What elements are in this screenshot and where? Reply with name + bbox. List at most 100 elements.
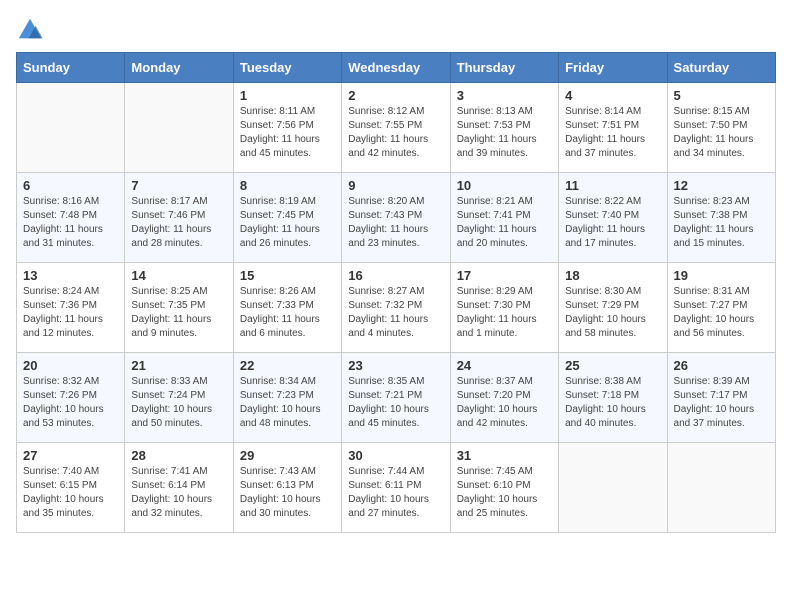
calendar-cell	[667, 443, 775, 533]
day-number: 21	[131, 358, 226, 373]
day-detail: Sunrise: 8:30 AM Sunset: 7:29 PM Dayligh…	[565, 285, 660, 341]
day-number: 23	[348, 358, 443, 373]
calendar-header-row: SundayMondayTuesdayWednesdayThursdayFrid…	[17, 53, 776, 83]
calendar-cell: 12 Sunrise: 8:23 AM Sunset: 7:38 PM Dayli…	[667, 173, 775, 263]
day-number: 25	[565, 358, 660, 373]
calendar-week-2: 6 Sunrise: 8:16 AM Sunset: 7:48 PM Daylig…	[17, 173, 776, 263]
day-number: 8	[240, 178, 335, 193]
day-number: 1	[240, 88, 335, 103]
day-detail: Sunrise: 8:37 AM Sunset: 7:20 PM Dayligh…	[457, 375, 552, 431]
day-detail: Sunrise: 8:11 AM Sunset: 7:56 PM Dayligh…	[240, 105, 335, 161]
day-number: 31	[457, 448, 552, 463]
calendar-cell: 26Sunrise: 8:39 AM Sunset: 7:17 PM Dayli…	[667, 353, 775, 443]
calendar-cell: 9 Sunrise: 8:20 AM Sunset: 7:43 PM Daylig…	[342, 173, 450, 263]
day-number: 26	[674, 358, 769, 373]
day-detail: Sunrise: 7:40 AM Sunset: 6:15 PM Dayligh…	[23, 465, 118, 521]
day-number: 9	[348, 178, 443, 193]
day-number: 3	[457, 88, 552, 103]
calendar-cell: 25 Sunrise: 8:38 AM Sunset: 7:18 PM Dayli…	[559, 353, 667, 443]
day-detail: Sunrise: 8:16 AM Sunset: 7:48 PM Dayligh…	[23, 195, 118, 251]
day-number: 12	[674, 178, 769, 193]
calendar-cell: 15 Sunrise: 8:26 AM Sunset: 7:33 PM Dayli…	[233, 263, 341, 353]
logo	[16, 16, 48, 44]
day-detail: Sunrise: 8:24 AM Sunset: 7:36 PM Dayligh…	[23, 285, 118, 341]
calendar-cell: 29 Sunrise: 7:43 AM Sunset: 6:13 PM Dayli…	[233, 443, 341, 533]
day-detail: Sunrise: 8:27 AM Sunset: 7:32 PM Dayligh…	[348, 285, 443, 341]
day-detail: Sunrise: 8:33 AM Sunset: 7:24 PM Dayligh…	[131, 375, 226, 431]
day-number: 5	[674, 88, 769, 103]
calendar-cell: 28 Sunrise: 7:41 AM Sunset: 6:14 PM Dayli…	[125, 443, 233, 533]
day-header-tuesday: Tuesday	[233, 53, 341, 83]
calendar-cell	[125, 83, 233, 173]
calendar-week-3: 13Sunrise: 8:24 AM Sunset: 7:36 PM Dayli…	[17, 263, 776, 353]
day-detail: Sunrise: 8:14 AM Sunset: 7:51 PM Dayligh…	[565, 105, 660, 161]
calendar-body: 1 Sunrise: 8:11 AM Sunset: 7:56 PM Daylig…	[17, 83, 776, 533]
calendar-cell: 18 Sunrise: 8:30 AM Sunset: 7:29 PM Dayli…	[559, 263, 667, 353]
day-detail: Sunrise: 8:13 AM Sunset: 7:53 PM Dayligh…	[457, 105, 552, 161]
calendar-cell: 19 Sunrise: 8:31 AM Sunset: 7:27 PM Dayli…	[667, 263, 775, 353]
day-detail: Sunrise: 7:44 AM Sunset: 6:11 PM Dayligh…	[348, 465, 443, 521]
day-detail: Sunrise: 8:23 AM Sunset: 7:38 PM Dayligh…	[674, 195, 769, 251]
calendar-cell: 13Sunrise: 8:24 AM Sunset: 7:36 PM Dayli…	[17, 263, 125, 353]
calendar-header: SundayMondayTuesdayWednesdayThursdayFrid…	[17, 53, 776, 83]
day-number: 24	[457, 358, 552, 373]
day-number: 7	[131, 178, 226, 193]
day-number: 29	[240, 448, 335, 463]
calendar-week-5: 27Sunrise: 7:40 AM Sunset: 6:15 PM Dayli…	[17, 443, 776, 533]
day-number: 16	[348, 268, 443, 283]
day-detail: Sunrise: 8:34 AM Sunset: 7:23 PM Dayligh…	[240, 375, 335, 431]
calendar-cell: 27Sunrise: 7:40 AM Sunset: 6:15 PM Dayli…	[17, 443, 125, 533]
day-detail: Sunrise: 8:38 AM Sunset: 7:18 PM Dayligh…	[565, 375, 660, 431]
day-detail: Sunrise: 8:29 AM Sunset: 7:30 PM Dayligh…	[457, 285, 552, 341]
day-number: 17	[457, 268, 552, 283]
day-detail: Sunrise: 8:17 AM Sunset: 7:46 PM Dayligh…	[131, 195, 226, 251]
day-number: 15	[240, 268, 335, 283]
header	[16, 16, 776, 44]
day-number: 6	[23, 178, 118, 193]
day-detail: Sunrise: 7:43 AM Sunset: 6:13 PM Dayligh…	[240, 465, 335, 521]
calendar-cell: 23 Sunrise: 8:35 AM Sunset: 7:21 PM Dayli…	[342, 353, 450, 443]
calendar-cell	[559, 443, 667, 533]
calendar-cell: 17 Sunrise: 8:29 AM Sunset: 7:30 PM Dayli…	[450, 263, 558, 353]
day-detail: Sunrise: 7:41 AM Sunset: 6:14 PM Dayligh…	[131, 465, 226, 521]
calendar-cell: 30 Sunrise: 7:44 AM Sunset: 6:11 PM Dayli…	[342, 443, 450, 533]
day-header-thursday: Thursday	[450, 53, 558, 83]
day-detail: Sunrise: 8:26 AM Sunset: 7:33 PM Dayligh…	[240, 285, 335, 341]
calendar-cell: 4 Sunrise: 8:14 AM Sunset: 7:51 PM Daylig…	[559, 83, 667, 173]
day-detail: Sunrise: 8:35 AM Sunset: 7:21 PM Dayligh…	[348, 375, 443, 431]
calendar-cell: 6 Sunrise: 8:16 AM Sunset: 7:48 PM Daylig…	[17, 173, 125, 263]
day-header-sunday: Sunday	[17, 53, 125, 83]
calendar-cell: 11Sunrise: 8:22 AM Sunset: 7:40 PM Dayli…	[559, 173, 667, 263]
calendar-cell: 10Sunrise: 8:21 AM Sunset: 7:41 PM Dayli…	[450, 173, 558, 263]
calendar-cell: 14 Sunrise: 8:25 AM Sunset: 7:35 PM Dayli…	[125, 263, 233, 353]
day-detail: Sunrise: 8:12 AM Sunset: 7:55 PM Dayligh…	[348, 105, 443, 161]
calendar-cell: 16 Sunrise: 8:27 AM Sunset: 7:32 PM Dayli…	[342, 263, 450, 353]
calendar-cell: 22 Sunrise: 8:34 AM Sunset: 7:23 PM Dayli…	[233, 353, 341, 443]
day-number: 11	[565, 178, 660, 193]
day-number: 28	[131, 448, 226, 463]
day-header-monday: Monday	[125, 53, 233, 83]
calendar-cell: 3 Sunrise: 8:13 AM Sunset: 7:53 PM Daylig…	[450, 83, 558, 173]
day-number: 19	[674, 268, 769, 283]
day-detail: Sunrise: 8:31 AM Sunset: 7:27 PM Dayligh…	[674, 285, 769, 341]
calendar-cell: 8Sunrise: 8:19 AM Sunset: 7:45 PM Daylig…	[233, 173, 341, 263]
calendar-cell: 1 Sunrise: 8:11 AM Sunset: 7:56 PM Daylig…	[233, 83, 341, 173]
day-number: 30	[348, 448, 443, 463]
calendar-cell: 31Sunrise: 7:45 AM Sunset: 6:10 PM Dayli…	[450, 443, 558, 533]
day-number: 22	[240, 358, 335, 373]
day-detail: Sunrise: 8:15 AM Sunset: 7:50 PM Dayligh…	[674, 105, 769, 161]
day-number: 10	[457, 178, 552, 193]
logo-icon	[16, 16, 44, 44]
day-detail: Sunrise: 8:25 AM Sunset: 7:35 PM Dayligh…	[131, 285, 226, 341]
calendar-cell: 2 Sunrise: 8:12 AM Sunset: 7:55 PM Daylig…	[342, 83, 450, 173]
day-number: 18	[565, 268, 660, 283]
day-detail: Sunrise: 8:20 AM Sunset: 7:43 PM Dayligh…	[348, 195, 443, 251]
day-number: 2	[348, 88, 443, 103]
calendar-cell: 20Sunrise: 8:32 AM Sunset: 7:26 PM Dayli…	[17, 353, 125, 443]
day-header-wednesday: Wednesday	[342, 53, 450, 83]
day-number: 4	[565, 88, 660, 103]
calendar-cell	[17, 83, 125, 173]
day-number: 14	[131, 268, 226, 283]
calendar-table: SundayMondayTuesdayWednesdayThursdayFrid…	[16, 52, 776, 533]
calendar-cell: 24 Sunrise: 8:37 AM Sunset: 7:20 PM Dayli…	[450, 353, 558, 443]
